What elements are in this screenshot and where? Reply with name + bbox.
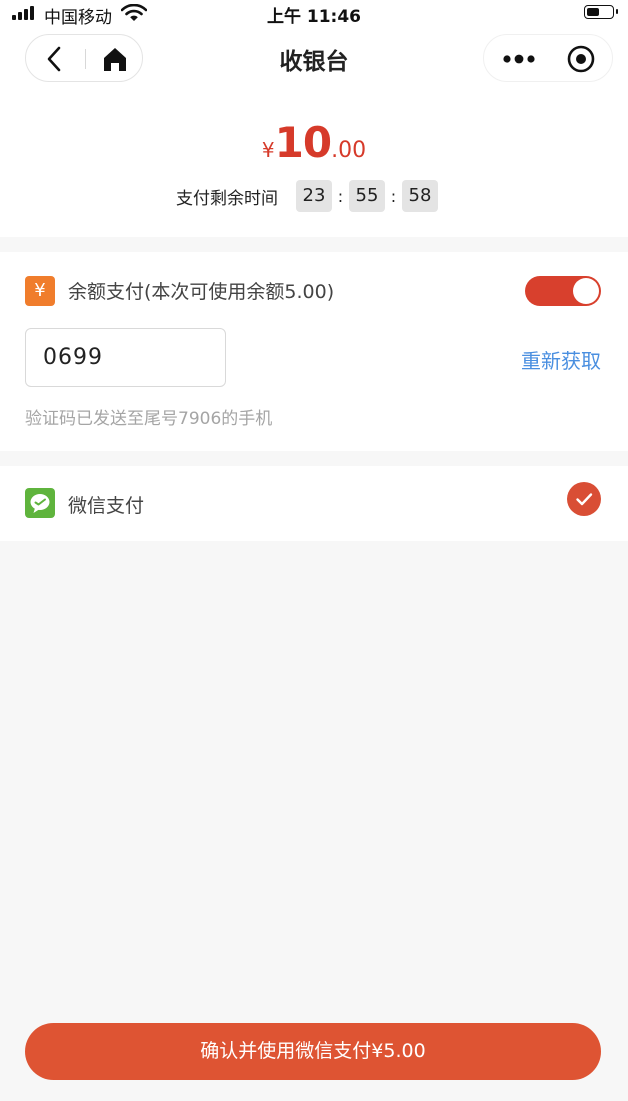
payment-amount: ¥10.00 xyxy=(0,118,628,167)
target-close-icon[interactable] xyxy=(566,44,596,74)
wechat-payment-option[interactable]: 微信支付 xyxy=(0,466,628,541)
countdown-separator: : xyxy=(390,186,397,206)
countdown-timer: 支付剩余时间 23 : 55 : 58 xyxy=(176,180,438,212)
toggle-knob xyxy=(573,278,599,304)
yen-icon: ¥ xyxy=(25,276,55,306)
wechat-pay-icon xyxy=(25,488,55,518)
more-dots-icon[interactable] xyxy=(502,45,536,73)
verification-code-input[interactable] xyxy=(25,328,226,387)
nav-capsule-right xyxy=(483,34,613,82)
amount-decimal: .00 xyxy=(331,138,367,163)
balance-payment-card: ¥ 余额支付(本次可使用余额5.00) 重新获取 验证码已发送至尾号7906的手… xyxy=(0,252,628,451)
wechat-payment-label: 微信支付 xyxy=(68,495,145,517)
resend-code-link[interactable]: 重新获取 xyxy=(521,345,601,374)
battery-icon xyxy=(584,5,618,19)
countdown-seconds: 58 xyxy=(402,180,438,212)
confirm-pay-button[interactable]: 确认并使用微信支付¥5.00 xyxy=(25,1023,601,1080)
countdown-separator: : xyxy=(337,186,344,206)
battery-level xyxy=(587,8,600,16)
balance-payment-label: 余额支付(本次可使用余额5.00) xyxy=(68,281,335,303)
countdown-label: 支付剩余时间 xyxy=(176,188,278,209)
amount-integer: 10 xyxy=(274,118,332,167)
countdown-hours: 23 xyxy=(296,180,332,212)
balance-toggle[interactable] xyxy=(525,276,601,306)
countdown-minutes: 55 xyxy=(349,180,385,212)
check-icon[interactable] xyxy=(567,482,601,516)
code-sent-hint: 验证码已发送至尾号7906的手机 xyxy=(25,409,273,429)
status-bar: 中国移动 上午 11:46 xyxy=(0,0,628,28)
currency-symbol: ¥ xyxy=(261,138,275,162)
status-time: 上午 11:46 xyxy=(266,7,362,27)
nav-bar: 收银台 xyxy=(0,26,628,88)
amount-card: ¥10.00 支付剩余时间 23 : 55 : 58 xyxy=(0,88,628,237)
